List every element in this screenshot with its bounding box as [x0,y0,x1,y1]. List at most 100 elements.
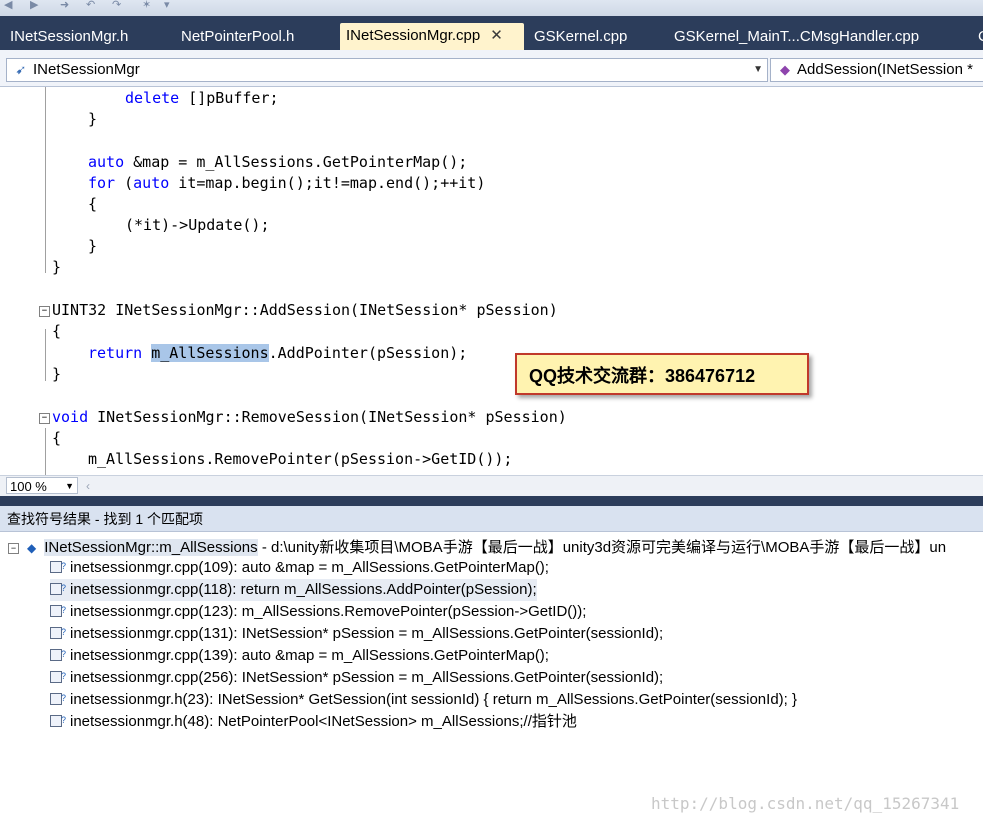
toolbar-dropdown-icon[interactable]: ▾ [164,0,178,11]
keyword: auto [88,153,125,171]
keyword: auto [133,174,170,192]
qq-group-annotation: QQ技术交流群：386476712 [515,353,809,395]
result-item[interactable]: inetsessionmgr.h(48): NetPointerPool<INe… [50,709,577,733]
code-line: auto &map = m_AllSessions.GetPointerMap(… [88,152,467,173]
tab-gskernel-cpp[interactable]: GSKernel.cpp [528,24,633,50]
code-line: { [52,322,62,340]
result-text: inetsessionmgr.cpp(256): INetSession* pS… [70,669,664,686]
tab-inetsessionmgr-cpp[interactable]: INetSessionMgr.cpp ✕ [340,23,524,50]
class-dropdown-value: INetSessionMgr [33,61,140,78]
tab-label: NetPointerPool.h [181,28,295,45]
code-text: it=map.begin();it!=map.end();++it) [169,174,486,192]
result-item[interactable]: inetsessionmgr.cpp(256): INetSession* pS… [50,665,664,689]
keyword: return [88,344,143,362]
result-text: inetsessionmgr.cpp(118): return m_AllSes… [70,581,537,598]
document-tab-strip: INetSessionMgr.h NetPointerPool.h INetSe… [0,16,983,50]
result-text: inetsessionmgr.h(48): NetPointerPool<INe… [70,713,577,730]
result-text: inetsessionmgr.cpp(139): auto &map = m_A… [70,647,549,664]
zoom-value: 100 % [10,479,47,494]
code-text: .AddPointer(pSession); [268,344,468,362]
watermark: http://blog.csdn.net/qq_15267341 [651,794,960,813]
code-text: INetSessionMgr::RemoveSession(INetSessio… [88,408,567,426]
result-item[interactable]: inetsessionmgr.cpp(139): auto &map = m_A… [50,643,549,667]
reference-icon [50,687,66,709]
fold-collapse-icon[interactable]: − [39,413,50,424]
tab-label: GSKernel.cpp [534,28,628,45]
result-item[interactable]: inetsessionmgr.cpp(118): return m_AllSes… [50,577,537,601]
code-line: UINT32 INetSessionMgr::AddSession(INetSe… [52,301,558,319]
reference-icon [50,577,66,599]
results-panel-title: 查找符号结果 - 找到 1 个匹配项 [0,506,983,532]
settings-icon[interactable]: ✶ [142,0,156,11]
method-icon: ◆ [780,62,790,77]
result-item[interactable]: inetsessionmgr.cpp(109): auto &map = m_A… [50,555,549,579]
navigate-icon[interactable]: ➜ [60,0,74,11]
result-text: inetsessionmgr.h(23): INetSession* GetSe… [70,691,798,708]
class-dropdown[interactable]: ➹ INetSessionMgr ▼ [6,58,768,82]
tab-label: INetSessionMgr.h [10,28,129,45]
chevron-down-icon[interactable]: ▼ [65,478,74,495]
member-dropdown[interactable]: ◆ AddSession(INetSession * [770,58,983,82]
code-line: } [88,110,98,128]
code-line: delete []pBuffer; [125,88,279,109]
result-text: inetsessionmgr.cpp(131): INetSession* pS… [70,625,664,642]
code-line: { [88,195,98,213]
close-tab-icon[interactable]: ✕ [490,23,503,49]
highlighted-symbol[interactable]: m_AllSessions [151,344,269,362]
zoom-dropdown[interactable]: 100 % ▼ [6,477,78,494]
code-editor[interactable]: delete []pBuffer; } auto &map = m_AllSes… [0,87,983,475]
tab-label: GSKernel_MainT...CMsgHandler.cpp [674,28,920,45]
code-line: } [88,237,98,255]
reference-icon [50,555,66,577]
tab-overflow[interactable]: C [972,24,983,50]
code-line: { [52,429,62,447]
panel-splitter[interactable] [0,496,983,506]
result-item[interactable]: inetsessionmgr.h(23): INetSession* GetSe… [50,687,798,711]
toolbar: ◀ ▶ ➜ ↶ ↷ ✶ ▾ [0,0,983,16]
keyword: delete [125,89,180,107]
tab-label: INetSessionMgr.cpp [346,27,481,44]
reference-icon [50,709,66,731]
fold-collapse-icon[interactable]: − [39,306,50,317]
result-text: inetsessionmgr.cpp(123): m_AllSessions.R… [70,603,587,620]
result-root[interactable]: − ◆ INetSessionMgr::m_AllSessions - d:\uni… [8,537,946,559]
code-text: ( [115,174,134,192]
fold-guide [45,428,46,475]
forward-icon[interactable]: ▶ [30,0,44,11]
navigation-bar: ➹ INetSessionMgr ▼ ◆ AddSession(INetSessio… [0,50,983,87]
fold-guide [45,329,46,381]
field-icon: ◆ [27,541,37,555]
scroll-left-icon[interactable]: ‹ [86,479,90,493]
class-icon: ➹ [15,62,27,77]
tab-inetsessionmgr-h[interactable]: INetSessionMgr.h [4,24,134,50]
root-symbol: INetSessionMgr::m_AllSessions [44,539,258,556]
code-line: void INetSessionMgr::RemoveSession(INetS… [52,407,567,428]
tab-gskernel-msghandler-cpp[interactable]: GSKernel_MainT...CMsgHandler.cpp [668,24,925,50]
back-icon[interactable]: ◀ [4,0,18,11]
tab-label: C [978,28,983,45]
result-text: inetsessionmgr.cpp(109): auto &map = m_A… [70,559,549,576]
code-line: for (auto it=map.begin();it!=map.end();+… [88,173,485,194]
redo-icon[interactable]: ↷ [112,0,126,11]
code-text: []pBuffer; [179,89,279,107]
result-item[interactable]: inetsessionmgr.cpp(123): m_AllSessions.R… [50,599,587,623]
code-line: (*it)->Update(); [125,216,270,234]
keyword: for [88,174,116,192]
chevron-down-icon[interactable]: ▼ [753,59,763,81]
fold-guide [45,87,46,273]
reference-icon [50,621,66,643]
code-line: } [52,258,62,276]
collapse-icon[interactable]: − [8,542,19,554]
reference-icon [50,665,66,687]
code-line: m_AllSessions.RemovePointer(pSession->Ge… [88,450,513,468]
code-line: return m_AllSessions.AddPointer(pSession… [88,343,467,364]
undo-icon[interactable]: ↶ [86,0,100,11]
find-symbol-results: − ◆ INetSessionMgr::m_AllSessions - d:\uni… [0,533,983,825]
member-dropdown-value: AddSession(INetSession * [797,61,973,78]
result-item[interactable]: inetsessionmgr.cpp(131): INetSession* pS… [50,621,664,645]
reference-icon [50,643,66,665]
editor-status-bar: 100 % ▼ ‹ [0,475,983,496]
tab-netpointerpool-h[interactable]: NetPointerPool.h [175,24,300,50]
code-text: &map = m_AllSessions.GetPointerMap(); [124,153,468,171]
